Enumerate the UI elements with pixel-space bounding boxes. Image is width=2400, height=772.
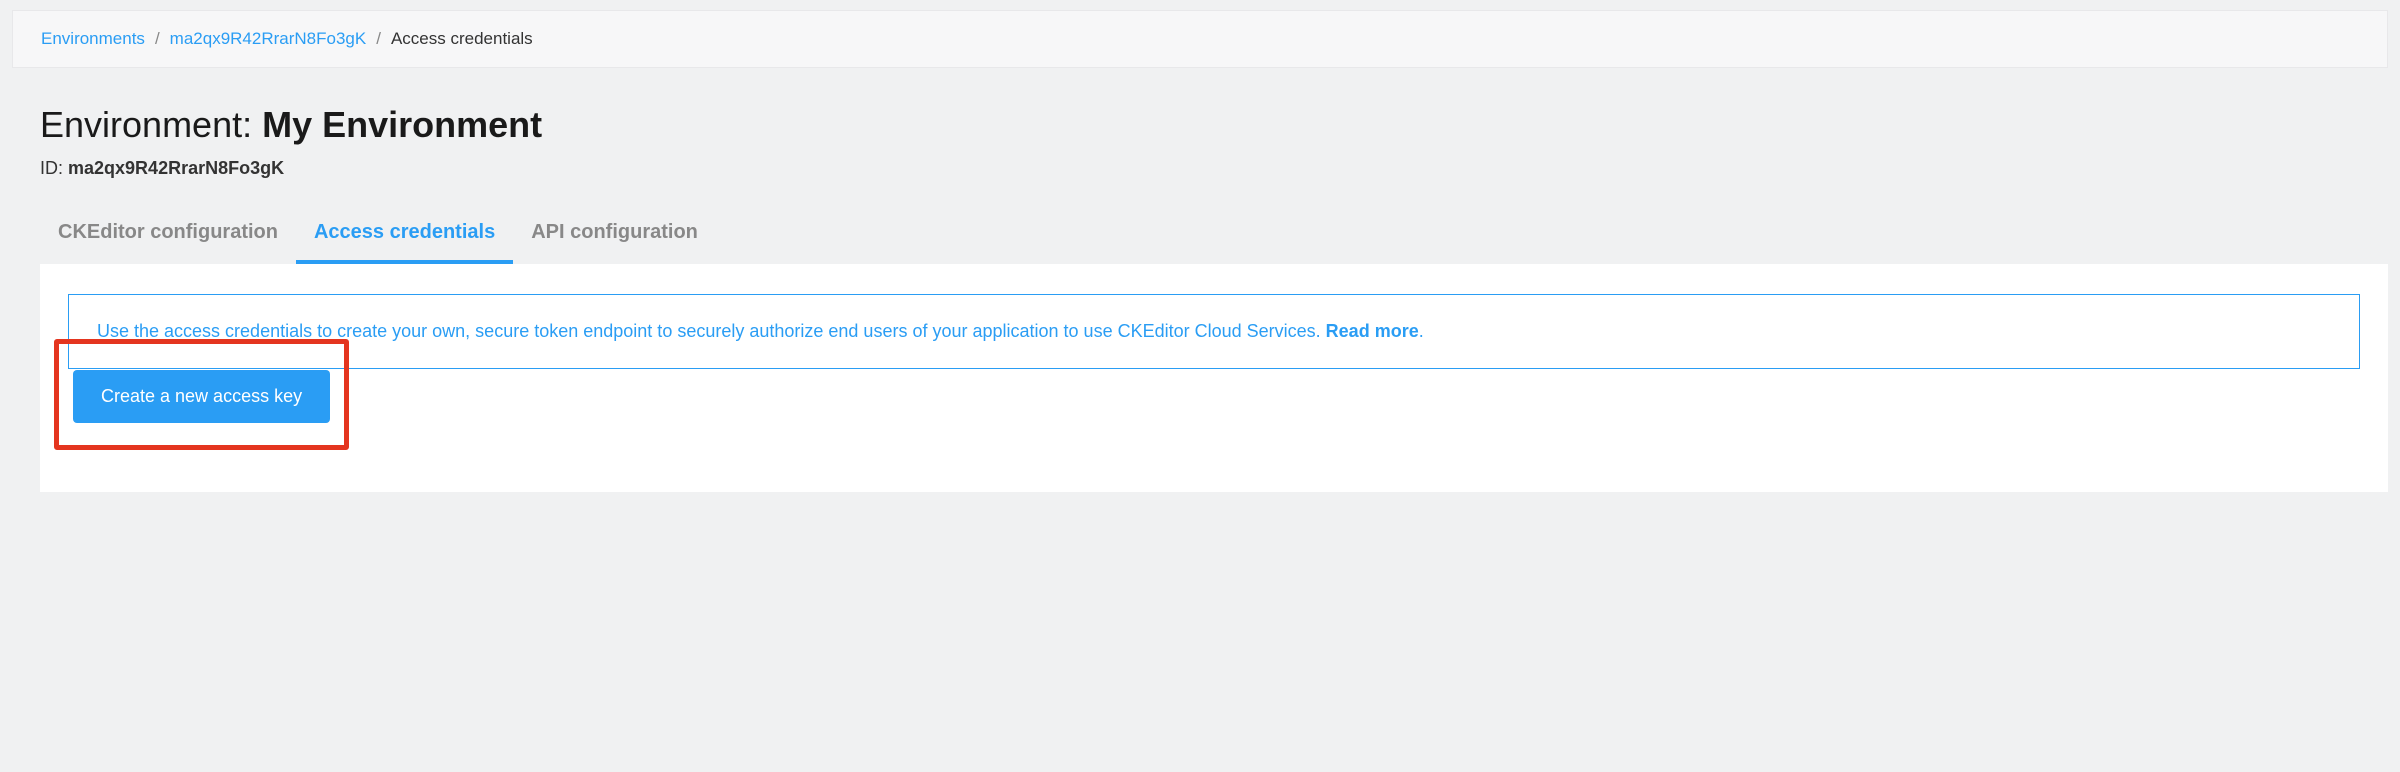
info-text: Use the access credentials to create you… xyxy=(97,321,1326,341)
tab-access-credentials[interactable]: Access credentials xyxy=(296,207,513,264)
highlight-frame: Create a new access key xyxy=(54,339,349,450)
page-title-prefix: Environment: xyxy=(40,104,262,145)
breadcrumb-separator: / xyxy=(155,29,160,49)
breadcrumb-link-environments[interactable]: Environments xyxy=(41,29,145,49)
info-period: . xyxy=(1419,321,1424,341)
page-title: Environment: My Environment xyxy=(40,104,2388,146)
content-panel: Use the access credentials to create you… xyxy=(40,264,2388,492)
page-title-name: My Environment xyxy=(262,104,542,145)
page-header: Environment: My Environment ID: ma2qx9R4… xyxy=(0,68,2400,179)
tabs: CKEditor configuration Access credential… xyxy=(40,207,2400,264)
breadcrumb: Environments / ma2qx9R42RrarN8Fo3gK / Ac… xyxy=(12,10,2388,68)
breadcrumb-current: Access credentials xyxy=(391,29,533,49)
page-id: ID: ma2qx9R42RrarN8Fo3gK xyxy=(40,158,2388,179)
create-access-key-button[interactable]: Create a new access key xyxy=(73,370,330,423)
read-more-link[interactable]: Read more xyxy=(1326,321,1419,341)
page-id-value: ma2qx9R42RrarN8Fo3gK xyxy=(68,158,284,178)
page-id-label: ID: xyxy=(40,158,68,178)
breadcrumb-separator: / xyxy=(376,29,381,49)
info-box: Use the access credentials to create you… xyxy=(68,294,2360,369)
breadcrumb-link-environment-id[interactable]: ma2qx9R42RrarN8Fo3gK xyxy=(170,29,367,49)
tab-api-configuration[interactable]: API configuration xyxy=(513,207,716,264)
tab-ckeditor-configuration[interactable]: CKEditor configuration xyxy=(40,207,296,264)
